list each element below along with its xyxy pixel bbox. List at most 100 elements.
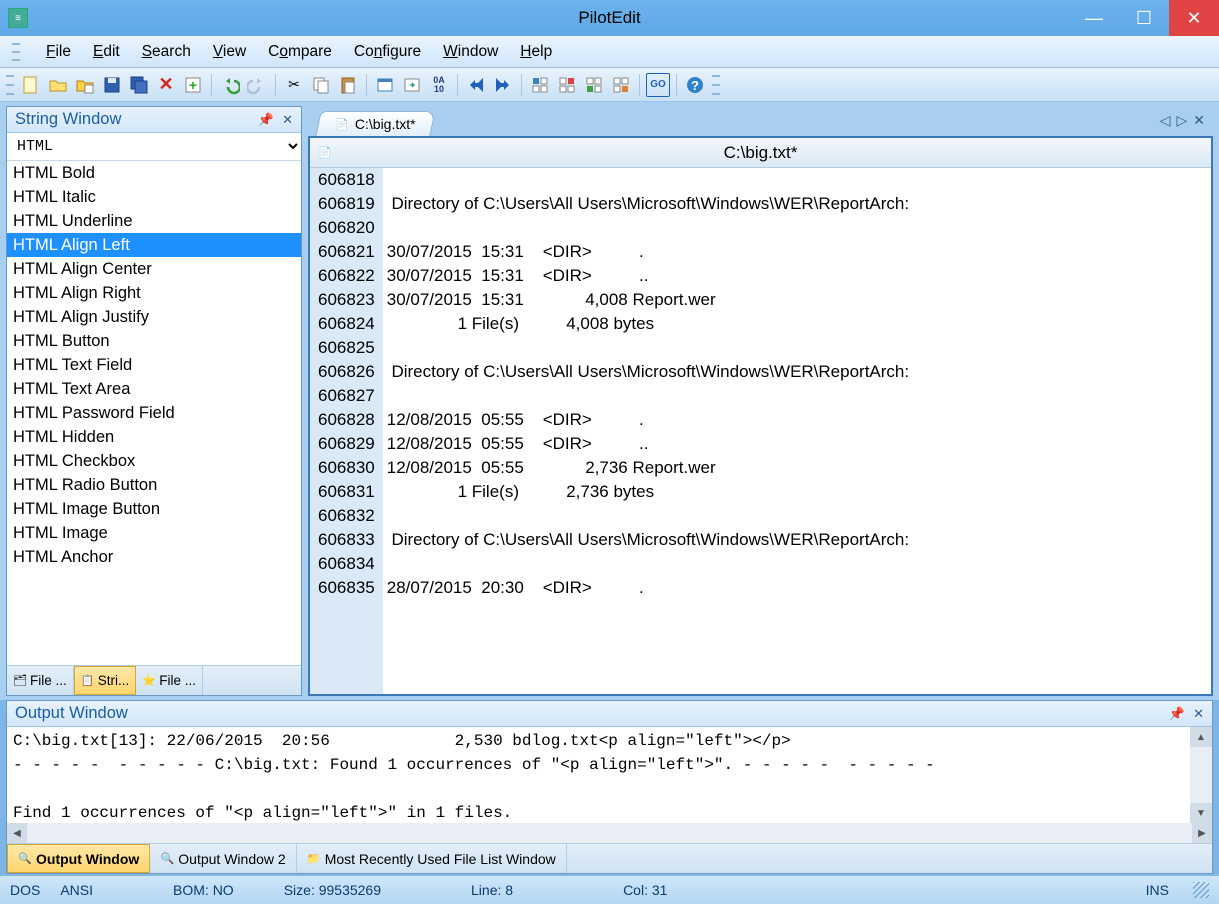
editor-tab[interactable]: 📄 C:\big.txt* xyxy=(315,111,435,136)
status-size: Size: 99535269 xyxy=(284,882,381,898)
string-list-item[interactable]: HTML Align Justify xyxy=(7,305,301,329)
forward-blue-icon[interactable] xyxy=(464,73,488,97)
output-pin-icon[interactable]: 📌 xyxy=(1169,706,1185,722)
editor-title-text: C:\big.txt* xyxy=(724,143,798,163)
menu-view[interactable]: View xyxy=(213,43,246,61)
status-line: Line: 8 xyxy=(471,882,513,898)
undo-icon[interactable] xyxy=(218,73,242,97)
tab-next-icon[interactable]: ▷ xyxy=(1176,112,1187,129)
status-mode: INS xyxy=(1146,882,1169,898)
open-file-icon[interactable] xyxy=(46,73,70,97)
mru-icon: 📁 xyxy=(307,852,321,866)
string-list-item[interactable]: HTML Image Button xyxy=(7,497,301,521)
menu-file[interactable]: File xyxy=(46,43,71,61)
string-list-item[interactable]: HTML Text Area xyxy=(7,377,301,401)
statusbar: DOS ANSI BOM: NO Size: 99535269 Line: 8 … xyxy=(0,874,1219,904)
new-file-icon[interactable] xyxy=(19,73,43,97)
output-title: Output Window xyxy=(15,704,128,723)
string-list-item[interactable]: HTML Text Field xyxy=(7,353,301,377)
output-tab-2[interactable]: 🔍Output Window 2 xyxy=(150,844,296,873)
window-title: PilotEdit xyxy=(578,8,640,28)
status-encoding2: ANSI xyxy=(60,882,93,898)
save-icon[interactable] xyxy=(100,73,124,97)
editor-tabstrip: 📄 C:\big.txt* ◁ ▷ ✕ xyxy=(308,106,1213,136)
scroll-up-icon[interactable]: ▲ xyxy=(1190,727,1212,747)
resize-grip-icon[interactable] xyxy=(1193,882,1209,898)
string-list-item[interactable]: HTML Italic xyxy=(7,185,301,209)
scroll-left-icon[interactable]: ◀ xyxy=(7,823,27,843)
string-list-item[interactable]: HTML Checkbox xyxy=(7,449,301,473)
tab-prev-icon[interactable]: ◁ xyxy=(1160,112,1171,129)
string-list-item[interactable]: HTML Hidden xyxy=(7,425,301,449)
pin-icon[interactable]: 📌 xyxy=(258,112,274,128)
string-list-item[interactable]: HTML Anchor xyxy=(7,545,301,569)
editor-panel: 📄 C:\big.txt* ◁ ▷ ✕ 📄 C:\big.txt* 606818… xyxy=(308,106,1213,696)
scroll-right-icon[interactable]: ▶ xyxy=(1192,823,1212,843)
close-button[interactable]: ✕ xyxy=(1169,0,1219,36)
cut-icon[interactable]: ✂ xyxy=(282,73,306,97)
bookmark3-icon[interactable] xyxy=(582,73,606,97)
string-list-item[interactable]: HTML Align Center xyxy=(7,257,301,281)
output-tab-1[interactable]: 🔍Output Window xyxy=(7,844,150,873)
list-icon: 📋 xyxy=(81,674,95,688)
output-close-icon[interactable]: ✕ xyxy=(1193,706,1204,722)
scroll-down-icon[interactable]: ▼ xyxy=(1190,803,1212,823)
menu-configure[interactable]: Configure xyxy=(354,43,421,61)
output-vertical-scrollbar[interactable]: ▲ ▼ xyxy=(1190,727,1212,823)
menu-search[interactable]: Search xyxy=(142,43,191,61)
go-icon[interactable] xyxy=(400,73,424,97)
status-bom: BOM: NO xyxy=(173,882,234,898)
string-list-item[interactable]: HTML Underline xyxy=(7,209,301,233)
code-area[interactable]: 606818 606819 606820 606821 606822 60682… xyxy=(310,168,1211,694)
sidebar-tab-file1[interactable]: 🗂File ... xyxy=(7,666,74,695)
close-panel-icon[interactable]: ✕ xyxy=(282,112,293,128)
toolbar-grip-icon xyxy=(6,75,14,95)
bookmark2-icon[interactable] xyxy=(555,73,579,97)
go-bracket-icon[interactable]: GO xyxy=(646,73,670,97)
editor-body: 📄 C:\big.txt* 606818 606819 606820 60682… xyxy=(308,136,1213,696)
string-category-dropdown[interactable]: HTML xyxy=(7,133,301,160)
string-list-item[interactable]: HTML Bold xyxy=(7,161,301,185)
status-col: Col: 31 xyxy=(623,882,667,898)
menu-window[interactable]: Window xyxy=(443,43,498,61)
search-result-icon: 🔍 xyxy=(18,852,32,866)
output-tab-mru[interactable]: 📁Most Recently Used File List Window xyxy=(297,844,567,873)
code-icon[interactable]: 0A10 xyxy=(427,73,451,97)
status-encoding1: DOS xyxy=(10,882,40,898)
search-result-icon: 🔍 xyxy=(160,852,174,866)
toolbar: ✕ + ✂ 0A10 GO ? xyxy=(0,68,1219,102)
menu-edit[interactable]: Edit xyxy=(93,43,120,61)
menu-help[interactable]: Help xyxy=(520,43,552,61)
tree-icon: 🗂 xyxy=(13,674,27,688)
code-body[interactable]: Directory of C:\Users\All Users\Microsof… xyxy=(383,168,1211,694)
save-all-icon[interactable] xyxy=(127,73,151,97)
string-list-item[interactable]: HTML Radio Button xyxy=(7,473,301,497)
add-green-icon[interactable]: + xyxy=(181,73,205,97)
maximize-button[interactable]: ☐ xyxy=(1119,0,1169,36)
string-list-item[interactable]: HTML Align Right xyxy=(7,281,301,305)
toolbar-overflow-icon[interactable] xyxy=(712,75,720,95)
app-icon: ≡ xyxy=(8,8,28,28)
window-icon[interactable] xyxy=(373,73,397,97)
bookmark4-icon[interactable] xyxy=(609,73,633,97)
open-folder-icon[interactable] xyxy=(73,73,97,97)
output-horizontal-scrollbar[interactable]: ◀ ▶ xyxy=(7,823,1212,843)
back-blue-icon[interactable] xyxy=(491,73,515,97)
sidebar-tab-file2[interactable]: ⭐File ... xyxy=(136,666,203,695)
bookmark1-icon[interactable] xyxy=(528,73,552,97)
menu-compare[interactable]: Compare xyxy=(268,43,332,61)
redo-icon[interactable] xyxy=(245,73,269,97)
string-list-item[interactable]: HTML Button xyxy=(7,329,301,353)
string-list[interactable]: HTML BoldHTML ItalicHTML UnderlineHTML A… xyxy=(7,161,301,665)
string-list-item[interactable]: HTML Align Left xyxy=(7,233,301,257)
tab-close-icon[interactable]: ✕ xyxy=(1193,112,1205,129)
help-icon[interactable]: ? xyxy=(683,73,707,97)
minimize-button[interactable]: — xyxy=(1069,0,1119,36)
copy-icon[interactable] xyxy=(309,73,333,97)
output-body[interactable]: C:\big.txt[13]: 22/06/2015 20:56 2,530 b… xyxy=(7,727,1190,823)
paste-icon[interactable] xyxy=(336,73,360,97)
sidebar-tab-string[interactable]: 📋Stri... xyxy=(74,666,137,695)
string-list-item[interactable]: HTML Image xyxy=(7,521,301,545)
string-list-item[interactable]: HTML Password Field xyxy=(7,401,301,425)
delete-icon[interactable]: ✕ xyxy=(154,73,178,97)
